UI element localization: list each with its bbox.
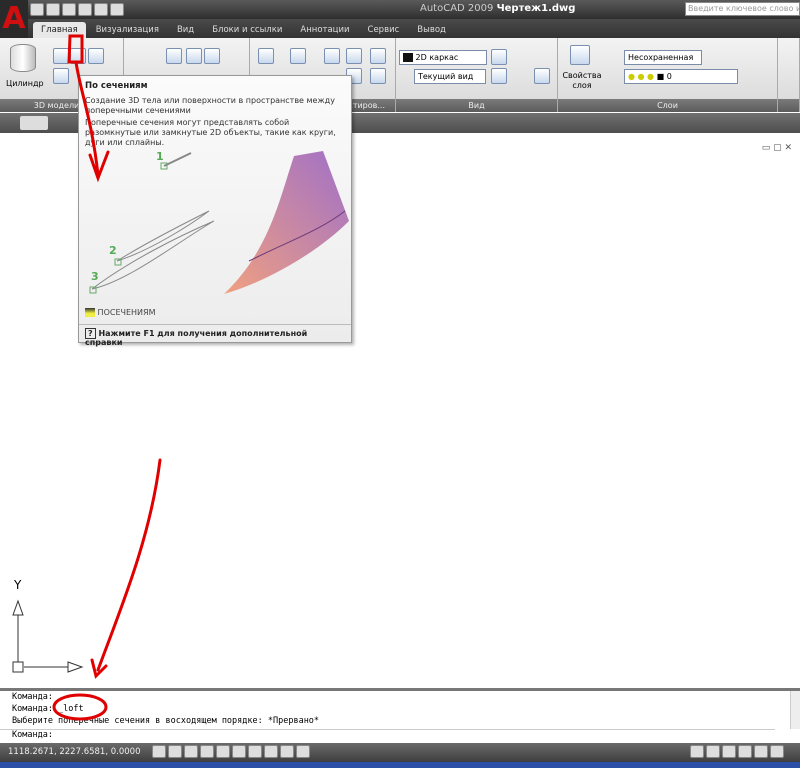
tab-render[interactable]: Визуализация — [88, 22, 167, 38]
app-name: AutoCAD 2009 — [420, 3, 494, 14]
layout-icon[interactable] — [722, 745, 736, 758]
loft-tooltip: По сечениям Создание 3D тела или поверхн… — [78, 75, 352, 347]
layout-icon[interactable] — [706, 745, 720, 758]
panel-layers: Свойства слоя Несохраненная ● ● ● ■ 0 Сл… — [558, 38, 778, 112]
tooltip-description: Создание 3D тела или поверхности в прост… — [85, 96, 335, 115]
tab-tools[interactable]: Сервис — [360, 22, 408, 38]
layer-properties-icon[interactable] — [570, 45, 590, 65]
panel-more — [778, 38, 800, 112]
search-input[interactable]: Введите ключевое слово или фразу — [685, 2, 800, 16]
drafting-toggles — [152, 745, 310, 758]
ribbon-tabs: Главная Визуализация Вид Блоки и ссылки … — [28, 19, 800, 38]
tab-home[interactable]: Главная — [33, 22, 86, 38]
tool-icon[interactable] — [166, 48, 182, 64]
command-history-line: Выберите поперечные сечения в восходящем… — [12, 716, 320, 726]
zoom-icon[interactable] — [770, 745, 784, 758]
status-bar: 1118.2671, 2227.6581, 0.0000 — [0, 743, 800, 762]
visual-style-value: 2D каркас — [415, 53, 459, 62]
zoom-icon[interactable] — [491, 68, 507, 84]
snap-toggle[interactable] — [152, 745, 166, 758]
layout-toggles — [690, 745, 784, 758]
tool-icon[interactable] — [258, 48, 274, 64]
section-label: 2 — [109, 244, 117, 257]
view-cube-icon[interactable] — [491, 49, 507, 65]
tab-view[interactable]: Вид — [169, 22, 202, 38]
quick-access-toolbar — [30, 3, 124, 17]
tool-icon[interactable] — [186, 48, 202, 64]
visual-style-select[interactable]: 2D каркас — [399, 50, 487, 65]
tool-icon[interactable] — [290, 48, 306, 64]
command-history-line: Команда: _loft — [12, 704, 84, 714]
section-label: 3 — [91, 270, 99, 283]
ducs-toggle[interactable] — [248, 745, 262, 758]
print-icon[interactable] — [78, 3, 92, 16]
cylinder-button[interactable]: Цилиндр — [6, 79, 44, 88]
loft-illustration — [89, 151, 349, 294]
undo-button[interactable] — [20, 116, 48, 130]
save-icon[interactable] — [62, 3, 76, 16]
percent-icon[interactable] — [370, 68, 386, 84]
taskbar — [0, 762, 800, 768]
pan-icon[interactable] — [754, 745, 768, 758]
tooltip-help: ? Нажмите F1 для получения дополнительно… — [79, 324, 351, 347]
tooltip-title: По сечениям — [85, 81, 148, 91]
presspull-icon[interactable] — [88, 48, 104, 64]
extrude-icon[interactable] — [53, 48, 69, 64]
panel-view: 2D каркас Текущий вид Вид — [396, 38, 558, 112]
polar-toggle[interactable] — [200, 745, 214, 758]
application-menu-button[interactable]: A — [0, 0, 28, 38]
layer-state-select[interactable]: Несохраненная — [624, 50, 702, 65]
y-axis-label: Y — [14, 578, 22, 592]
tool-icon[interactable] — [204, 48, 220, 64]
lwt-toggle[interactable] — [280, 745, 294, 758]
tool-icon[interactable] — [370, 48, 386, 64]
layer-value: 0 — [666, 72, 672, 81]
panel-label: Слои — [558, 99, 777, 112]
move-icon[interactable] — [324, 48, 340, 64]
view-select[interactable]: Текущий вид — [414, 69, 486, 84]
model-icon[interactable] — [690, 745, 704, 758]
title-bar: AutoCAD 2009 Чертеж1.dwg Введите ключево… — [0, 0, 800, 19]
tab-annotate[interactable]: Аннотации — [292, 22, 357, 38]
revolve-icon[interactable] — [53, 68, 69, 84]
rotate-icon[interactable] — [346, 48, 362, 64]
undo-icon[interactable] — [94, 3, 108, 16]
section-label: 1 — [156, 150, 164, 163]
layout-icon[interactable] — [738, 745, 752, 758]
window-title: AutoCAD 2009 Чертеж1.dwg — [420, 3, 575, 14]
new-icon[interactable] — [30, 3, 44, 16]
tab-output[interactable]: Вывод — [409, 22, 454, 38]
open-icon[interactable] — [46, 3, 60, 16]
redo-icon[interactable] — [110, 3, 124, 16]
camera-icon[interactable] — [534, 68, 550, 84]
loft-icon[interactable] — [70, 48, 86, 64]
cylinder-icon[interactable] — [10, 44, 36, 72]
grid-toggle[interactable] — [168, 745, 182, 758]
panel-label: Вид — [396, 99, 557, 112]
command-window[interactable]: Команда: Команда: _loft Выберите попереч… — [0, 688, 800, 743]
command-name: ПОСЕЧЕНИЯМ — [97, 308, 156, 317]
dyn-toggle[interactable] — [264, 745, 278, 758]
osnap-toggle[interactable] — [216, 745, 230, 758]
layer-properties-button[interactable]: Свойства слоя — [560, 71, 604, 91]
qp-toggle[interactable] — [296, 745, 310, 758]
tab-blocks[interactable]: Блоки и ссылки — [204, 22, 290, 38]
otrack-toggle[interactable] — [232, 745, 246, 758]
ortho-toggle[interactable] — [184, 745, 198, 758]
command-icon — [85, 308, 95, 317]
command-scrollbar[interactable] — [790, 691, 800, 729]
layer-select[interactable]: ● ● ● ■ 0 — [624, 69, 738, 84]
doc-name: Чертеж1.dwg — [496, 3, 576, 14]
tooltip-command: ПОСЕЧЕНИЯМ — [85, 308, 156, 317]
command-input[interactable]: Команда: — [0, 729, 775, 740]
command-history-line: Команда: — [12, 692, 53, 702]
coordinates-readout: 1118.2671, 2227.6581, 0.0000 — [8, 747, 141, 757]
